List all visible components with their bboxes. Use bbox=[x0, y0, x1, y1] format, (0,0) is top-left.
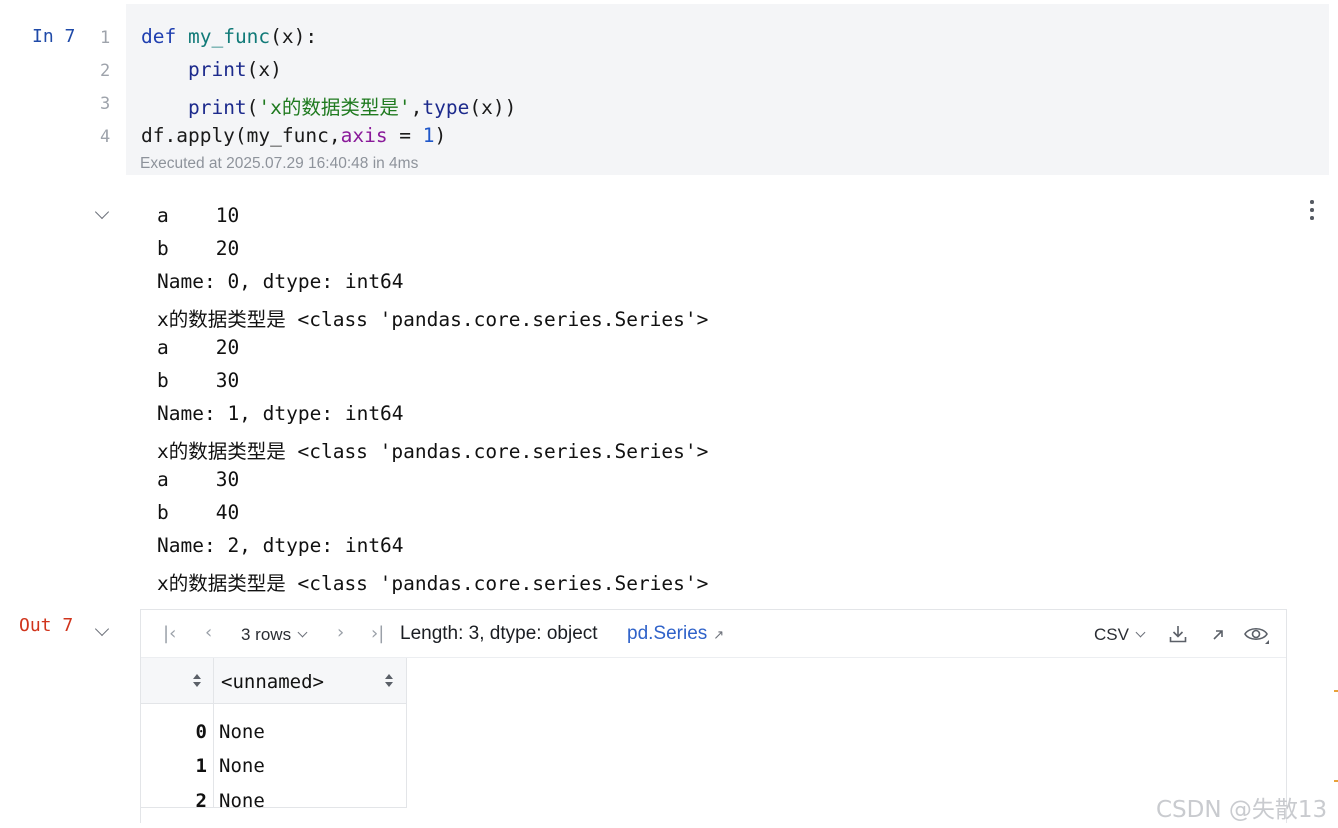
row-index: 1 bbox=[195, 755, 207, 777]
builtin-print: print bbox=[187, 58, 247, 81]
stdout-line: x的数据类型是 <class 'pandas.core.series.Serie… bbox=[157, 308, 709, 331]
builtin-print: print bbox=[187, 96, 247, 119]
stdout-line: x的数据类型是 <class 'pandas.core.series.Serie… bbox=[157, 572, 709, 595]
stdout-line: Name: 1, dtype: int64 bbox=[157, 402, 404, 425]
stdout-line: a 20 bbox=[157, 336, 240, 359]
stdout-line: a 10 bbox=[157, 204, 240, 227]
series-info: Length: 3, dtype: object bbox=[400, 623, 598, 644]
code-line-2: print(x) bbox=[141, 58, 282, 81]
table-cell[interactable]: None bbox=[219, 721, 265, 743]
viewer-toolbar: |‹ ‹ 3 rows › ›| Length: 3, dtype: objec… bbox=[141, 610, 1286, 658]
code-line-3: print('x的数据类型是',type(x)) bbox=[141, 91, 516, 120]
line-number: 2 bbox=[100, 61, 111, 81]
data-table: <unnamed> 0 None 1 None 2 None bbox=[141, 658, 407, 812]
type-link-label: pd.Series bbox=[627, 623, 708, 644]
stdout-line: Name: 0, dtype: int64 bbox=[157, 270, 404, 293]
stdout-line: b 30 bbox=[157, 369, 240, 392]
keyword-argument: axis bbox=[340, 124, 388, 147]
table-border bbox=[406, 658, 407, 808]
table-cell[interactable]: None bbox=[219, 755, 265, 777]
more-options-icon[interactable] bbox=[1310, 200, 1314, 224]
collapse-output-chevron-icon[interactable] bbox=[94, 204, 110, 220]
external-arrow-icon: ↗ bbox=[713, 628, 725, 643]
next-page-icon[interactable]: › bbox=[337, 622, 344, 643]
eye-icon[interactable] bbox=[1243, 624, 1271, 646]
line-number: 4 bbox=[100, 127, 111, 147]
rows-label: 3 rows bbox=[241, 625, 292, 644]
chevron-down-icon bbox=[1135, 627, 1146, 638]
stdout-line: x的数据类型是 <class 'pandas.core.series.Serie… bbox=[157, 440, 709, 463]
row-index: 0 bbox=[195, 721, 207, 743]
code-text: (x)) bbox=[469, 96, 517, 119]
keyword-def: def bbox=[141, 25, 177, 48]
scroll-marker bbox=[1334, 780, 1338, 782]
export-format-select[interactable]: CSV bbox=[1094, 625, 1146, 645]
collapse-result-chevron-icon[interactable] bbox=[94, 621, 110, 637]
string-literal: 'x的数据类型是' bbox=[258, 96, 411, 119]
code-text: (x) bbox=[246, 58, 282, 81]
last-page-icon[interactable]: ›| bbox=[371, 623, 384, 644]
sort-column-icon[interactable] bbox=[385, 674, 393, 688]
code-text: (x): bbox=[270, 25, 318, 48]
open-in-new-icon[interactable] bbox=[1211, 628, 1225, 642]
output-prompt-label: Out 7 bbox=[19, 615, 74, 636]
prev-page-icon[interactable]: ‹ bbox=[205, 622, 212, 643]
builtin-type: type bbox=[422, 96, 470, 119]
export-format-label: CSV bbox=[1094, 625, 1129, 644]
stdout-line: b 20 bbox=[157, 237, 240, 260]
stdout-line: a 30 bbox=[157, 468, 240, 491]
code-text: ( bbox=[246, 96, 259, 119]
stdout-line: Name: 2, dtype: int64 bbox=[157, 534, 404, 557]
type-link[interactable]: pd.Series ↗ bbox=[627, 623, 724, 645]
number-literal: 1 bbox=[422, 124, 435, 147]
table-header: <unnamed> bbox=[141, 658, 407, 704]
sort-index-icon[interactable] bbox=[193, 674, 201, 688]
line-number: 1 bbox=[100, 28, 111, 48]
first-page-icon[interactable]: |‹ bbox=[163, 623, 176, 644]
input-prompt-label: In 7 bbox=[32, 26, 76, 47]
row-index: 2 bbox=[195, 790, 207, 812]
table-cell[interactable]: None bbox=[219, 790, 265, 812]
dataframe-viewer: |‹ ‹ 3 rows › ›| Length: 3, dtype: objec… bbox=[140, 609, 1287, 823]
chevron-down-icon bbox=[297, 627, 308, 638]
line-number: 3 bbox=[100, 94, 111, 114]
function-name: my_func bbox=[187, 25, 271, 48]
column-divider bbox=[213, 658, 214, 808]
code-text: df.apply(my_func, bbox=[141, 124, 341, 147]
code-line-4: df.apply(my_func,axis = 1) bbox=[141, 124, 446, 147]
code-line-1: def my_func(x): bbox=[141, 25, 317, 48]
watermark: CSDN @失散13 bbox=[1156, 797, 1328, 823]
code-text: , bbox=[410, 96, 423, 119]
rows-per-page-select[interactable]: 3 rows bbox=[241, 625, 308, 645]
column-header[interactable]: <unnamed> bbox=[221, 671, 324, 693]
download-icon[interactable] bbox=[1168, 624, 1188, 644]
code-text: = bbox=[387, 124, 423, 147]
scroll-marker bbox=[1334, 690, 1338, 692]
execution-status: Executed at 2025.07.29 16:40:48 in 4ms bbox=[140, 155, 419, 172]
code-text: ) bbox=[434, 124, 447, 147]
stdout-line: b 40 bbox=[157, 501, 240, 524]
